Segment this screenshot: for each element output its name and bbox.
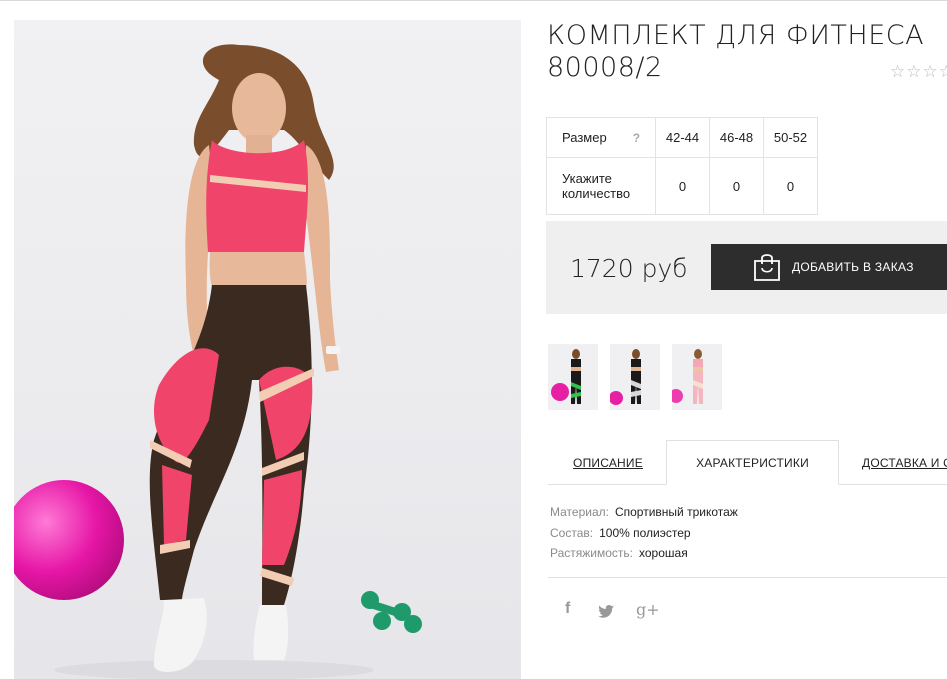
quantity-input-2[interactable]: 0 <box>709 157 764 215</box>
add-to-order-label: ДОБАВИТЬ В ЗАКАЗ <box>792 260 914 274</box>
product-title: КОМПЛЕКТ ДЛЯ ФИТНЕСА 80008/2 <box>547 20 925 83</box>
tab-characteristics[interactable]: ХАРАКТЕРИСТИКИ <box>666 440 839 485</box>
google-plus-icon[interactable]: g+ <box>636 600 660 619</box>
thumbnail-1-image <box>551 349 581 404</box>
characteristic-row: Состав: 100% полиэстер <box>550 523 738 544</box>
dumbbells <box>361 591 422 633</box>
size-label: Размер <box>562 130 607 145</box>
characteristic-key: Растяжимость: <box>550 546 634 560</box>
characteristic-key: Состав: <box>550 525 594 540</box>
size-label-cell: Размер? <box>546 117 656 158</box>
top-divider <box>0 0 947 1</box>
product-main-image[interactable] <box>14 20 521 679</box>
size-header-2: 46-48 <box>709 117 764 158</box>
characteristic-row: Материал: Спортивный трикотаж <box>550 502 738 523</box>
shopping-bag-icon <box>754 254 780 281</box>
thumbnail-2[interactable] <box>610 344 660 410</box>
product-photo-illustration <box>14 44 422 679</box>
thumbnail-1[interactable] <box>548 344 598 410</box>
twitter-bird-icon <box>598 605 614 618</box>
twitter-icon[interactable] <box>598 603 614 622</box>
tab-delivery[interactable]: ДОСТАВКА И ОПЛАТА <box>862 440 947 485</box>
characteristic-key: Материал: <box>550 505 609 519</box>
facebook-icon[interactable]: f <box>565 600 570 618</box>
characteristic-value: Спортивный трикотаж <box>614 505 738 519</box>
tab-description[interactable]: ОПИСАНИЕ <box>548 440 668 485</box>
size-header-3: 50-52 <box>763 117 818 158</box>
size-quantity-table: Размер? 42-44 46-48 50-52 Укажите количе… <box>546 117 818 215</box>
characteristics-list: Материал: Спортивный трикотаж Состав: 100%… <box>550 502 738 564</box>
quantity-input-1[interactable]: 0 <box>655 157 710 215</box>
rating-stars[interactable]: ☆☆☆☆ <box>890 62 947 82</box>
size-help-icon[interactable]: ? <box>633 131 640 145</box>
characteristic-row: Растяжимость: хорошая <box>550 543 738 564</box>
quantity-label: Укажите количество <box>546 157 656 215</box>
price: 1720 руб <box>570 254 688 283</box>
thumbnail-2-image <box>610 349 641 405</box>
characteristic-value: 100% полиэстер <box>599 525 691 540</box>
add-to-order-button[interactable]: ДОБАВИТЬ В ЗАКАЗ <box>711 244 947 290</box>
fitness-ball <box>14 480 124 600</box>
characteristic-value: хорошая <box>639 546 688 560</box>
quantity-input-3[interactable]: 0 <box>763 157 818 215</box>
divider <box>548 577 947 578</box>
thumbnail-3[interactable] <box>672 344 722 410</box>
size-header-1: 42-44 <box>655 117 710 158</box>
thumbnail-3-image <box>672 349 703 404</box>
price-box: 1720 руб ДОБАВИТЬ В ЗАКАЗ <box>546 221 947 314</box>
